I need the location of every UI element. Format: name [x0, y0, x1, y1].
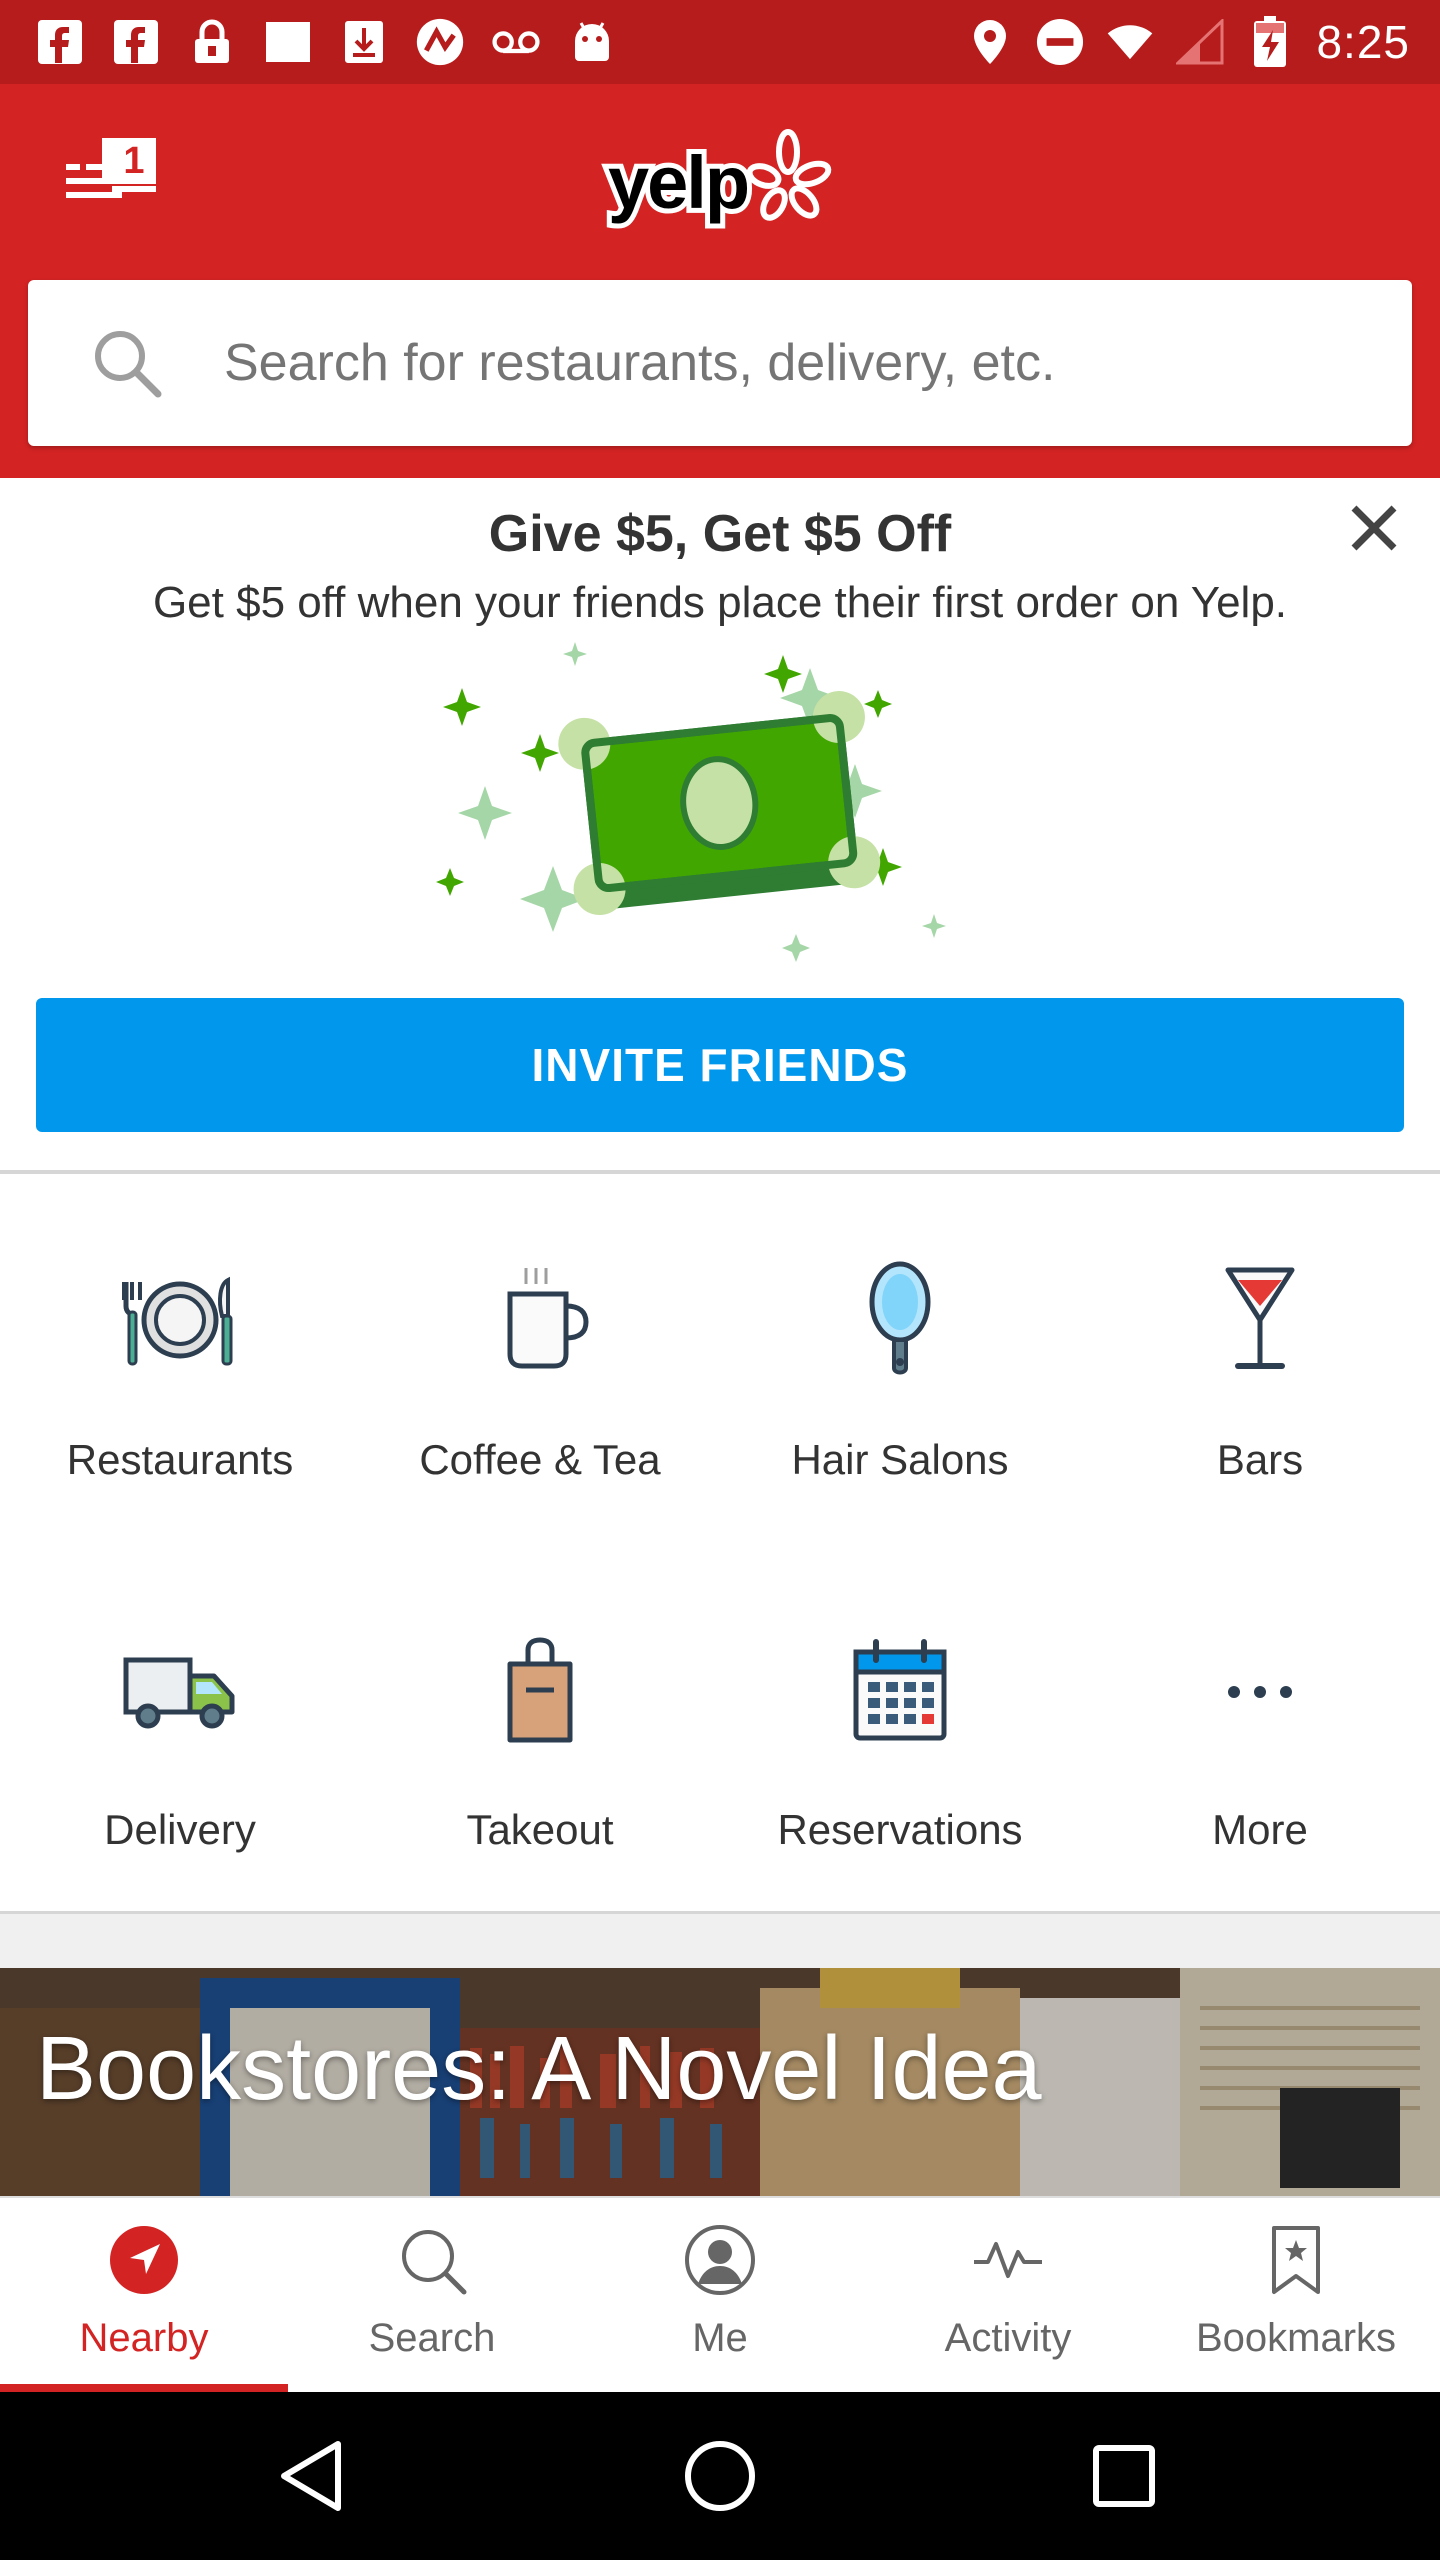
app-header: 1 yelp — [0, 84, 1440, 478]
promo-title: Give $5, Get $5 Off — [488, 505, 952, 563]
tab-bookmarks[interactable]: Bookmarks — [1152, 2198, 1440, 2394]
calendar-icon — [840, 1630, 960, 1750]
tab-me[interactable]: Me — [576, 2198, 864, 2394]
category-grid: Restaurants Coffee & Tea Hair Salons Bar… — [0, 1174, 1440, 1914]
location-icon — [966, 18, 1014, 66]
category-label: Takeout — [466, 1806, 614, 1853]
category-coffee-tea[interactable]: Coffee & Tea — [360, 1204, 720, 1504]
collection-banner[interactable]: Bookstores: A Novel Idea — [0, 1968, 1440, 2196]
takeout-bag-icon — [480, 1630, 600, 1750]
more-dots-icon — [1200, 1630, 1320, 1750]
category-label: Delivery — [104, 1806, 256, 1853]
category-label: More — [1212, 1806, 1308, 1853]
clock: 8:25 — [1316, 16, 1410, 68]
plate-cutlery-icon — [120, 1260, 240, 1380]
invite-friends-button[interactable]: INVITE FRIENDS — [36, 998, 1404, 1132]
tab-label: Nearby — [79, 2316, 209, 2360]
category-restaurants[interactable]: Restaurants — [0, 1204, 360, 1504]
coffee-cup-icon — [480, 1260, 600, 1380]
tab-nearby[interactable]: Nearby — [0, 2198, 288, 2394]
notification-count: 1 — [123, 139, 145, 182]
category-hair-salons[interactable]: Hair Salons — [720, 1204, 1080, 1504]
signal-icon — [1176, 18, 1224, 66]
delivery-truck-icon — [120, 1630, 240, 1750]
wifi-icon — [1106, 18, 1154, 66]
banner-title: Bookstores: A Novel Idea — [36, 2019, 1042, 2119]
bottom-navigation: Nearby Search Me Activity Bookmarks — [0, 2196, 1440, 2394]
category-label: Coffee & Tea — [419, 1436, 661, 1483]
hand-mirror-icon — [840, 1260, 960, 1380]
category-delivery[interactable]: Delivery — [0, 1574, 360, 1874]
system-navigation-bar — [0, 2392, 1440, 2560]
tab-label: Bookmarks — [1195, 2316, 1397, 2360]
tab-label: Activity — [944, 2316, 1072, 2360]
recents-square-icon — [1093, 2445, 1155, 2507]
tab-search[interactable]: Search — [288, 2198, 576, 2394]
home-circle-icon — [685, 2441, 755, 2511]
tab-label: Me — [692, 2316, 748, 2360]
search-icon — [90, 326, 164, 400]
menu-button[interactable]: 1 — [60, 134, 170, 214]
lock-icon — [188, 18, 236, 66]
promo-subtitle: Get $5 off when your friends place their… — [152, 578, 1288, 627]
nearby-compass-icon — [108, 2224, 180, 2296]
home-button[interactable] — [678, 2434, 762, 2518]
search-icon — [396, 2224, 468, 2296]
yelp-logo: yelp — [600, 124, 840, 244]
search-input[interactable] — [224, 320, 1384, 406]
facebook-icon — [112, 18, 160, 66]
search-bar[interactable] — [28, 280, 1412, 446]
battery-charging-icon — [1246, 16, 1294, 67]
cocktail-icon — [1200, 1260, 1320, 1380]
status-bar: 8:25 — [0, 0, 1440, 84]
download-icon — [340, 18, 388, 66]
category-takeout[interactable]: Takeout — [360, 1574, 720, 1874]
square-icon — [264, 18, 312, 66]
category-label: Restaurants — [66, 1436, 294, 1483]
category-bars[interactable]: Bars — [1080, 1204, 1440, 1504]
profile-icon — [684, 2224, 756, 2296]
logo-wordmark: yelp — [608, 141, 748, 224]
tab-label: Search — [368, 2316, 496, 2360]
section-divider — [0, 1914, 1440, 1968]
nintendo-icon — [416, 18, 464, 66]
do-not-disturb-icon — [1036, 18, 1084, 66]
referral-promo: Give $5, Get $5 Off Get $5 off when your… — [0, 478, 1440, 1174]
voicemail-icon — [492, 18, 540, 66]
activity-pulse-icon — [972, 2224, 1044, 2296]
recents-button[interactable] — [1082, 2434, 1166, 2518]
bookmark-icon — [1260, 2224, 1332, 2296]
back-button[interactable] — [274, 2434, 358, 2518]
category-label: Bars — [1216, 1436, 1304, 1483]
back-triangle-icon — [281, 2441, 341, 2511]
android-icon — [568, 18, 616, 66]
category-more[interactable]: More — [1080, 1574, 1440, 1874]
facebook-icon — [36, 18, 84, 66]
category-label: Reservations — [777, 1806, 1023, 1853]
money-illustration — [420, 638, 1020, 988]
category-label: Hair Salons — [791, 1436, 1009, 1483]
category-reservations[interactable]: Reservations — [720, 1574, 1080, 1874]
tab-activity[interactable]: Activity — [864, 2198, 1152, 2394]
